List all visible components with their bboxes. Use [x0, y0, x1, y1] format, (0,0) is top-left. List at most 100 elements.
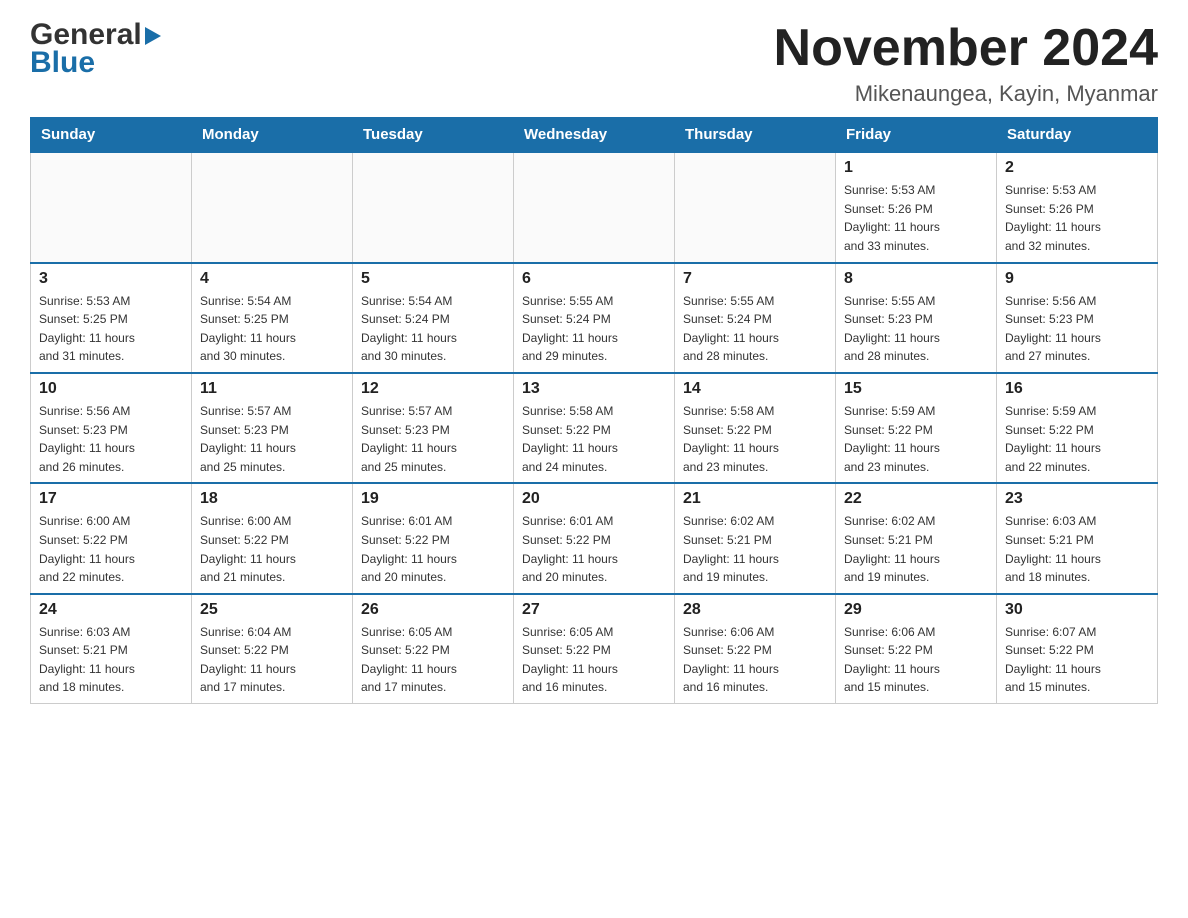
- calendar-cell: 27 Sunrise: 6:05 AM Sunset: 5:22 PM Dayli…: [514, 594, 675, 704]
- day-info: Sunrise: 5:56 AM Sunset: 5:23 PM Dayligh…: [1005, 292, 1149, 366]
- day-number: 27: [522, 601, 666, 619]
- day-info: Sunrise: 5:53 AM Sunset: 5:25 PM Dayligh…: [39, 292, 183, 366]
- day-number: 5: [361, 270, 505, 288]
- calendar-cell: [675, 152, 836, 262]
- day-info: Sunrise: 5:55 AM Sunset: 5:23 PM Dayligh…: [844, 292, 988, 366]
- calendar-cell: 2 Sunrise: 5:53 AM Sunset: 5:26 PM Daylig…: [997, 152, 1158, 262]
- day-info: Sunrise: 6:02 AM Sunset: 5:21 PM Dayligh…: [683, 512, 827, 586]
- calendar-cell: 14Sunrise: 5:58 AM Sunset: 5:22 PM Dayli…: [675, 373, 836, 483]
- day-info: Sunrise: 6:02 AM Sunset: 5:21 PM Dayligh…: [844, 512, 988, 586]
- day-number: 16: [1005, 380, 1149, 398]
- day-info: Sunrise: 5:55 AM Sunset: 5:24 PM Dayligh…: [683, 292, 827, 366]
- calendar-cell: 21 Sunrise: 6:02 AM Sunset: 5:21 PM Dayli…: [675, 483, 836, 593]
- calendar-cell: 3 Sunrise: 5:53 AM Sunset: 5:25 PM Daylig…: [31, 263, 192, 373]
- calendar-cell: 12 Sunrise: 5:57 AM Sunset: 5:23 PM Dayli…: [353, 373, 514, 483]
- calendar-cell: 26 Sunrise: 6:05 AM Sunset: 5:22 PM Dayli…: [353, 594, 514, 704]
- day-info: Sunrise: 5:59 AM Sunset: 5:22 PM Dayligh…: [1005, 402, 1149, 476]
- day-number: 29: [844, 601, 988, 619]
- day-info: Sunrise: 6:03 AM Sunset: 5:21 PM Dayligh…: [1005, 512, 1149, 586]
- day-number: 7: [683, 270, 827, 288]
- day-number: 28: [683, 601, 827, 619]
- day-number: 24: [39, 601, 183, 619]
- day-info: Sunrise: 5:57 AM Sunset: 5:23 PM Dayligh…: [361, 402, 505, 476]
- day-info: Sunrise: 6:04 AM Sunset: 5:22 PM Dayligh…: [200, 623, 344, 697]
- weekday-header-monday: Monday: [192, 118, 353, 153]
- calendar-cell: 25Sunrise: 6:04 AM Sunset: 5:22 PM Dayli…: [192, 594, 353, 704]
- weekday-header-wednesday: Wednesday: [514, 118, 675, 153]
- calendar-cell: 6 Sunrise: 5:55 AM Sunset: 5:24 PM Daylig…: [514, 263, 675, 373]
- day-info: Sunrise: 6:01 AM Sunset: 5:22 PM Dayligh…: [522, 512, 666, 586]
- day-info: Sunrise: 6:06 AM Sunset: 5:22 PM Dayligh…: [683, 623, 827, 697]
- calendar-cell: 20Sunrise: 6:01 AM Sunset: 5:22 PM Dayli…: [514, 483, 675, 593]
- logo-blue: Blue: [30, 46, 95, 80]
- day-number: 14: [683, 380, 827, 398]
- day-number: 6: [522, 270, 666, 288]
- weekday-header-tuesday: Tuesday: [353, 118, 514, 153]
- calendar-cell: 16 Sunrise: 5:59 AM Sunset: 5:22 PM Dayli…: [997, 373, 1158, 483]
- calendar-cell: 19Sunrise: 6:01 AM Sunset: 5:22 PM Dayli…: [353, 483, 514, 593]
- day-info: Sunrise: 5:54 AM Sunset: 5:25 PM Dayligh…: [200, 292, 344, 366]
- calendar-cell: [192, 152, 353, 262]
- weekday-header-sunday: Sunday: [31, 118, 192, 153]
- day-number: 26: [361, 601, 505, 619]
- calendar-cell: [514, 152, 675, 262]
- calendar-cell: 24 Sunrise: 6:03 AM Sunset: 5:21 PM Dayli…: [31, 594, 192, 704]
- calendar-cell: 7 Sunrise: 5:55 AM Sunset: 5:24 PM Daylig…: [675, 263, 836, 373]
- day-info: Sunrise: 6:06 AM Sunset: 5:22 PM Dayligh…: [844, 623, 988, 697]
- calendar-cell: 29 Sunrise: 6:06 AM Sunset: 5:22 PM Dayli…: [836, 594, 997, 704]
- calendar-week-3: 10 Sunrise: 5:56 AM Sunset: 5:23 PM Dayli…: [31, 373, 1158, 483]
- day-info: Sunrise: 5:59 AM Sunset: 5:22 PM Dayligh…: [844, 402, 988, 476]
- logo: General Blue: [30, 20, 161, 80]
- calendar-cell: 15 Sunrise: 5:59 AM Sunset: 5:22 PM Dayli…: [836, 373, 997, 483]
- day-number: 12: [361, 380, 505, 398]
- day-info: Sunrise: 5:53 AM Sunset: 5:26 PM Dayligh…: [844, 181, 988, 255]
- calendar-cell: 13Sunrise: 5:58 AM Sunset: 5:22 PM Dayli…: [514, 373, 675, 483]
- calendar-cell: 8Sunrise: 5:55 AM Sunset: 5:23 PM Daylig…: [836, 263, 997, 373]
- weekday-header-friday: Friday: [836, 118, 997, 153]
- calendar-cell: 18Sunrise: 6:00 AM Sunset: 5:22 PM Dayli…: [192, 483, 353, 593]
- day-number: 23: [1005, 490, 1149, 508]
- day-number: 21: [683, 490, 827, 508]
- day-number: 17: [39, 490, 183, 508]
- day-number: 15: [844, 380, 988, 398]
- calendar-cell: 28 Sunrise: 6:06 AM Sunset: 5:22 PM Dayli…: [675, 594, 836, 704]
- calendar-cell: 10 Sunrise: 5:56 AM Sunset: 5:23 PM Dayli…: [31, 373, 192, 483]
- calendar-week-1: 1Sunrise: 5:53 AM Sunset: 5:26 PM Daylig…: [31, 152, 1158, 262]
- day-info: Sunrise: 5:54 AM Sunset: 5:24 PM Dayligh…: [361, 292, 505, 366]
- calendar-week-2: 3 Sunrise: 5:53 AM Sunset: 5:25 PM Daylig…: [31, 263, 1158, 373]
- calendar-cell: 1Sunrise: 5:53 AM Sunset: 5:26 PM Daylig…: [836, 152, 997, 262]
- day-info: Sunrise: 5:53 AM Sunset: 5:26 PM Dayligh…: [1005, 181, 1149, 255]
- day-info: Sunrise: 6:01 AM Sunset: 5:22 PM Dayligh…: [361, 512, 505, 586]
- day-info: Sunrise: 6:00 AM Sunset: 5:22 PM Dayligh…: [200, 512, 344, 586]
- day-info: Sunrise: 5:57 AM Sunset: 5:23 PM Dayligh…: [200, 402, 344, 476]
- day-number: 10: [39, 380, 183, 398]
- day-info: Sunrise: 5:55 AM Sunset: 5:24 PM Dayligh…: [522, 292, 666, 366]
- day-info: Sunrise: 6:03 AM Sunset: 5:21 PM Dayligh…: [39, 623, 183, 697]
- title-block: November 2024 Mikenaungea, Kayin, Myanma…: [774, 20, 1158, 107]
- weekday-header-saturday: Saturday: [997, 118, 1158, 153]
- day-info: Sunrise: 6:05 AM Sunset: 5:22 PM Dayligh…: [522, 623, 666, 697]
- location-subtitle: Mikenaungea, Kayin, Myanmar: [774, 81, 1158, 107]
- day-info: Sunrise: 6:07 AM Sunset: 5:22 PM Dayligh…: [1005, 623, 1149, 697]
- day-number: 4: [200, 270, 344, 288]
- calendar-cell: 17 Sunrise: 6:00 AM Sunset: 5:22 PM Dayli…: [31, 483, 192, 593]
- calendar-cell: [353, 152, 514, 262]
- calendar-cell: 23 Sunrise: 6:03 AM Sunset: 5:21 PM Dayli…: [997, 483, 1158, 593]
- calendar-week-4: 17 Sunrise: 6:00 AM Sunset: 5:22 PM Dayli…: [31, 483, 1158, 593]
- calendar-week-5: 24 Sunrise: 6:03 AM Sunset: 5:21 PM Dayli…: [31, 594, 1158, 704]
- day-number: 2: [1005, 159, 1149, 177]
- day-info: Sunrise: 6:00 AM Sunset: 5:22 PM Dayligh…: [39, 512, 183, 586]
- day-number: 3: [39, 270, 183, 288]
- weekday-header-row: SundayMondayTuesdayWednesdayThursdayFrid…: [31, 118, 1158, 153]
- calendar-cell: 9Sunrise: 5:56 AM Sunset: 5:23 PM Daylig…: [997, 263, 1158, 373]
- day-info: Sunrise: 5:56 AM Sunset: 5:23 PM Dayligh…: [39, 402, 183, 476]
- day-info: Sunrise: 6:05 AM Sunset: 5:22 PM Dayligh…: [361, 623, 505, 697]
- day-number: 22: [844, 490, 988, 508]
- day-number: 11: [200, 380, 344, 398]
- day-info: Sunrise: 5:58 AM Sunset: 5:22 PM Dayligh…: [522, 402, 666, 476]
- calendar-table: SundayMondayTuesdayWednesdayThursdayFrid…: [30, 117, 1158, 704]
- calendar-cell: 22 Sunrise: 6:02 AM Sunset: 5:21 PM Dayli…: [836, 483, 997, 593]
- calendar-cell: 30Sunrise: 6:07 AM Sunset: 5:22 PM Dayli…: [997, 594, 1158, 704]
- weekday-header-thursday: Thursday: [675, 118, 836, 153]
- main-title: November 2024: [774, 20, 1158, 77]
